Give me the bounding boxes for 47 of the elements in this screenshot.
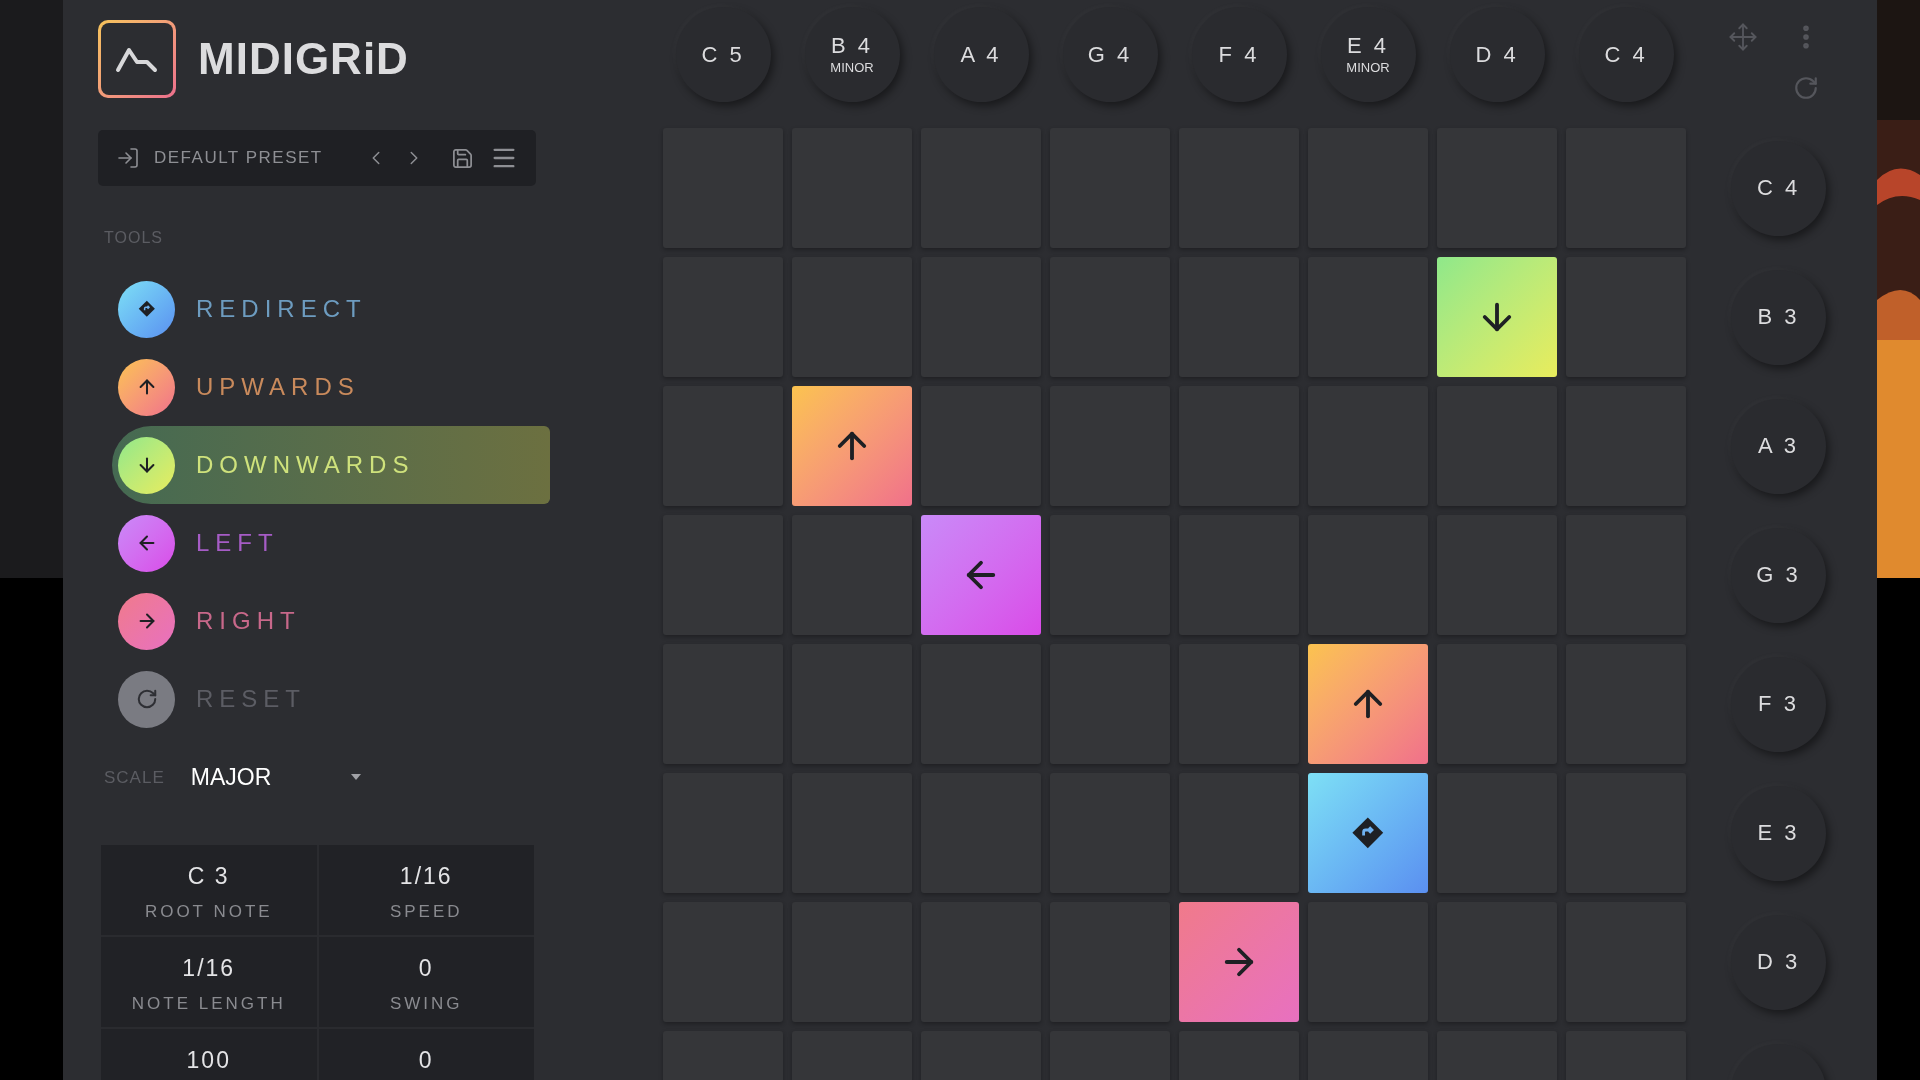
scale-dropdown[interactable]: MAJOR [190, 760, 361, 795]
preset-name[interactable]: DEFAULT PRESET [154, 145, 323, 171]
column-note-button[interactable]: G 4 [1062, 7, 1158, 102]
redirect-icon [137, 300, 156, 318]
tool-item[interactable]: UPWARDS [112, 348, 550, 426]
row-note-button[interactable]: A 3 [1731, 398, 1826, 494]
row-note-button[interactable]: B 3 [1731, 269, 1826, 365]
column-note-button[interactable]: E 4 MINOR [1320, 7, 1416, 102]
row-note-button[interactable]: E 3 [1731, 785, 1826, 881]
parameter-value: 1/16 [399, 861, 453, 891]
dropdown-caret-icon [350, 774, 361, 781]
load-preset-icon[interactable] [116, 146, 140, 170]
app-title: MIDIGRiD [198, 33, 409, 85]
tool-item[interactable]: DOWNWARDS [112, 426, 550, 504]
column-note-button[interactable]: F 4 [1191, 7, 1287, 102]
parameter-cell[interactable]: C 3 ROOT NOTE [101, 844, 317, 935]
parameter-value: 1/16 [182, 953, 236, 983]
parameter-cell[interactable]: 0 SWING [318, 936, 534, 1027]
row-note-button[interactable]: F 3 [1731, 656, 1826, 752]
move-icon[interactable] [1728, 22, 1758, 52]
parameter-label: SPEED [389, 901, 463, 923]
parameter-value: 100 [186, 1045, 231, 1075]
save-icon[interactable] [451, 146, 474, 170]
parameter-cell[interactable]: 0 [318, 1028, 534, 1080]
column-note-button[interactable]: A 4 [933, 7, 1029, 102]
row-note-button[interactable]: G 3 [1731, 527, 1826, 623]
parameter-label: ROOT NOTE [144, 901, 273, 923]
reset-icon [135, 688, 158, 710]
row-note-button[interactable]: D 3 [1731, 914, 1826, 1010]
parameter-value: 0 [418, 953, 434, 983]
tool-item[interactable]: REDIRECT [112, 270, 550, 348]
parameter-value: C 3 [187, 861, 230, 891]
tool-item[interactable]: RIGHT [112, 582, 550, 660]
column-note-button[interactable]: C 5 [675, 7, 771, 102]
refresh-icon[interactable] [1793, 75, 1819, 101]
redirect-icon [1351, 816, 1385, 850]
parameter-cell[interactable]: 100 [101, 1028, 317, 1080]
parameter-label: SWING [389, 993, 463, 1015]
parameter-cell[interactable]: 1/16 NOTE LENGTH [101, 936, 317, 1027]
column-note-button[interactable]: C 4 [1578, 7, 1674, 102]
column-note-button[interactable]: D 4 [1449, 7, 1545, 102]
column-note-button[interactable]: B 4 MINOR [804, 7, 900, 102]
parameter-label: NOTE LENGTH [131, 993, 286, 1015]
parameter-value: 0 [418, 1045, 434, 1075]
row-note-button[interactable]: C 4 [1731, 140, 1826, 236]
parameter-cell[interactable]: 1/16 SPEED [318, 844, 534, 935]
grid-pad[interactable] [1308, 773, 1428, 893]
